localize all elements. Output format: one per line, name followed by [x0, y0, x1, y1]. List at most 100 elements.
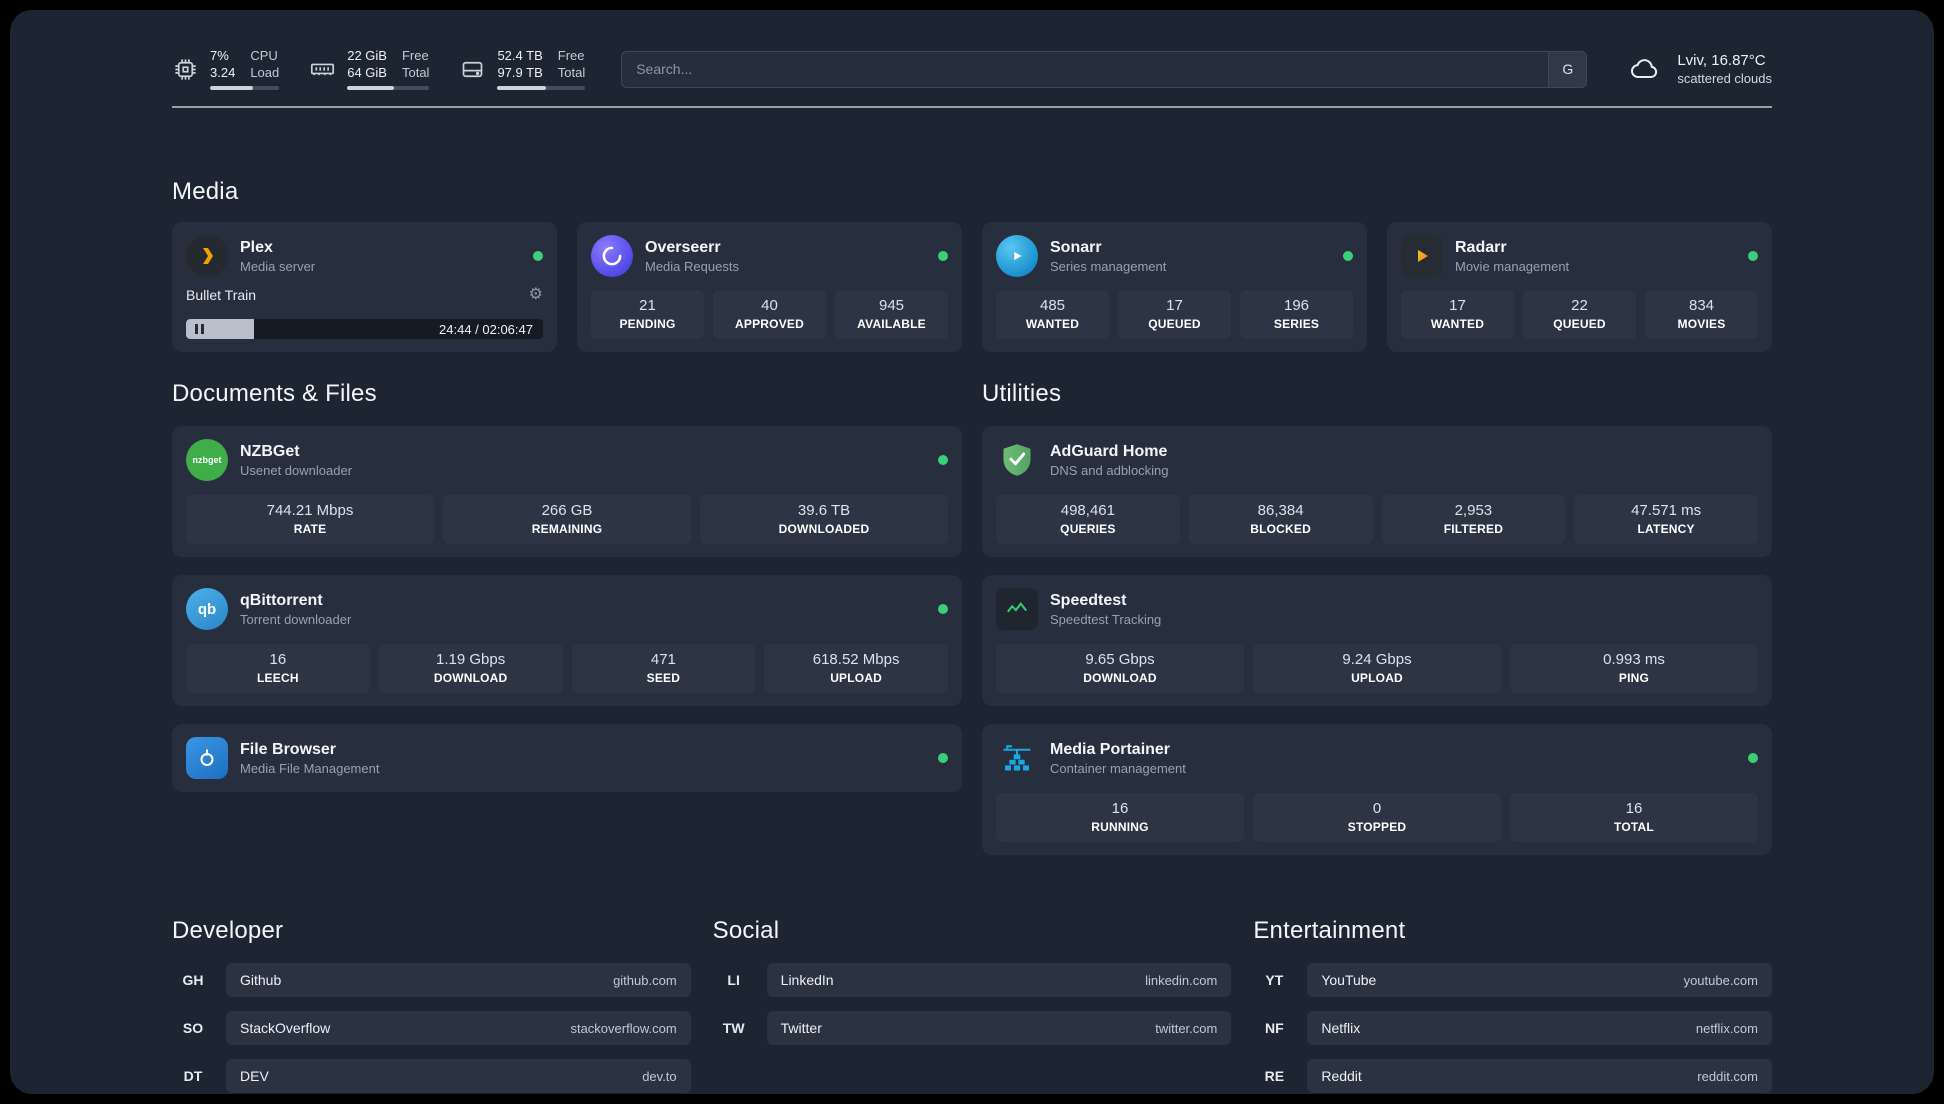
qbittorrent-icon: qb: [186, 588, 228, 630]
disk-icon: [463, 61, 483, 77]
cpu-icon: [175, 58, 196, 80]
stat-total: 16 TOTAL: [1510, 793, 1758, 842]
stat-running: 16 RUNNING: [996, 793, 1244, 842]
plex-card[interactable]: Plex Media server Bullet Train ⚙ 24:44 /…: [172, 222, 557, 352]
app-subtitle: Container management: [1050, 760, 1186, 776]
speedtest-icon: [996, 588, 1038, 630]
radarr-card[interactable]: Radarr Movie management 17 WANTED 22 QUEUE…: [1387, 222, 1772, 352]
bookmark-link[interactable]: Github github.com: [226, 963, 691, 997]
bookmark-link[interactable]: DEV dev.to: [226, 1059, 691, 1093]
disk-total-label: Total: [557, 64, 586, 80]
bookmark-link[interactable]: StackOverflow stackoverflow.com: [226, 1011, 691, 1045]
stat-download: 9.65 Gbps DOWNLOAD: [996, 644, 1244, 693]
stat-leech: 16 LEECH: [186, 644, 370, 693]
header-divider: [172, 106, 1772, 108]
entertainment-section: Entertainment YT YouTube youtube.com NF N…: [1253, 917, 1772, 1093]
cpu-load-value: 3.24: [210, 64, 236, 80]
ram-widget: 22 GiB 64 GiB Free Total: [309, 47, 430, 91]
app-subtitle: Media server: [240, 258, 316, 274]
dashboard-page: 7% 3.24 CPU Load 22 GiB 64 GiB Free Tota…: [10, 10, 1934, 1094]
app-name: Plex: [240, 238, 273, 256]
app-subtitle: Torrent downloader: [240, 611, 352, 627]
stat-latency: 47.571 ms LATENCY: [1574, 495, 1758, 544]
bookmark-link[interactable]: Twitter twitter.com: [766, 1011, 1232, 1045]
bookmark-twitter: TW Twitter twitter.com: [713, 1011, 1232, 1045]
bookmark-abbr: NF: [1264, 1020, 1284, 1036]
bookmark-link[interactable]: YouTube youtube.com: [1307, 963, 1772, 997]
bookmark-abbr: YT: [1265, 972, 1284, 988]
filebrowser-card[interactable]: File Browser Media File Management: [172, 724, 962, 792]
stat-approved: 40 APPROVED: [713, 290, 826, 339]
status-dot: [938, 753, 948, 763]
ram-free-value: 22 GiB: [347, 47, 387, 63]
cpu-load-label: Load: [250, 64, 280, 80]
stat-ping: 0.993 ms PING: [1510, 644, 1758, 693]
weather-location-temp: Lviv, 16.87°C: [1677, 52, 1766, 69]
section-title-developer: Developer: [172, 917, 284, 944]
sonarr-card[interactable]: Sonarr Series management 485 WANTED 17 QUE…: [982, 222, 1367, 352]
adguard-icon: [996, 439, 1038, 481]
stat-queries: 498,461 QUERIES: [996, 495, 1180, 544]
bookmark-abbr: TW: [722, 1020, 745, 1036]
portainer-card[interactable]: Media Portainer Container management 16 R…: [982, 724, 1772, 855]
search-input[interactable]: [622, 51, 1549, 87]
bookmark-abbr: GH: [182, 972, 204, 988]
cpu-widget: 7% 3.24 CPU Load: [172, 48, 280, 91]
app-subtitle: Movie management: [1455, 258, 1570, 274]
stat-wanted: 17 WANTED: [1401, 290, 1514, 339]
app-name: qBittorrent: [240, 591, 323, 609]
gear-icon[interactable]: ⚙: [529, 287, 543, 303]
bookmark-link[interactable]: Netflix netflix.com: [1307, 1011, 1772, 1045]
overseerr-icon: [591, 235, 633, 277]
playback-progress-bar[interactable]: 24:44 / 02:06:47: [186, 319, 543, 339]
stat-available: 945 AVAILABLE: [835, 290, 948, 339]
pause-icon[interactable]: [195, 324, 204, 334]
stat-movies: 834 MOVIES: [1645, 290, 1758, 339]
bookmark-abbr: DT: [183, 1068, 203, 1084]
bookmark-reddit: RE Reddit reddit.com: [1253, 1059, 1772, 1093]
disk-usage-bar: [497, 86, 586, 91]
portainer-icon: [996, 737, 1038, 779]
stat-filtered: 2,953 FILTERED: [1381, 495, 1566, 544]
speedtest-card[interactable]: Speedtest Speedtest Tracking 9.65 Gbps DO…: [982, 575, 1772, 706]
utilities-section: Utilities AdGuard Home DNS and adblockin…: [982, 380, 1772, 855]
app-name: NZBGet: [240, 442, 300, 460]
status-dot: [1748, 753, 1758, 763]
bookmark-linkedin: LI LinkedIn linkedin.com: [713, 963, 1232, 997]
stat-download: 1.19 Gbps DOWNLOAD: [378, 644, 563, 693]
nzbget-card[interactable]: nzbget NZBGet Usenet downloader 744.21 M…: [172, 426, 962, 557]
radarr-icon: [1401, 235, 1443, 277]
plex-icon: [186, 235, 228, 277]
app-name: Speedtest: [1050, 591, 1127, 609]
section-title-entertainment: Entertainment: [1253, 917, 1406, 944]
ram-total-label: Total: [401, 64, 430, 80]
overseerr-card[interactable]: Overseerr Media Requests 21 PENDING 40 APP…: [577, 222, 962, 352]
search-engine-button[interactable]: G: [1548, 51, 1587, 87]
bookmark-link[interactable]: LinkedIn linkedin.com: [766, 963, 1232, 997]
status-dot: [938, 604, 948, 614]
stat-blocked: 86,384 BLOCKED: [1188, 495, 1373, 544]
status-dot: [1343, 251, 1353, 261]
app-name: File Browser: [240, 740, 337, 758]
status-dot: [938, 251, 948, 261]
now-playing-title: Bullet Train: [186, 287, 257, 303]
bookmark-youtube: YT YouTube youtube.com: [1253, 963, 1772, 997]
app-name: Overseerr: [645, 238, 721, 256]
section-title-social: Social: [712, 917, 780, 944]
weather-widget: Lviv, 16.87°C scattered clouds: [1625, 52, 1772, 86]
stat-upload: 9.24 Gbps UPLOAD: [1253, 644, 1501, 693]
bookmark-stackoverflow: SO StackOverflow stackoverflow.com: [172, 1011, 691, 1045]
stat-stopped: 0 STOPPED: [1253, 793, 1501, 842]
bookmark-link[interactable]: Reddit reddit.com: [1307, 1059, 1772, 1093]
qbittorrent-card[interactable]: qb qBittorrent Torrent downloader 16 LEEC…: [172, 575, 962, 706]
bookmark-abbr: RE: [1264, 1068, 1285, 1084]
bookmark-dev: DT DEV dev.to: [172, 1059, 691, 1093]
nzbget-icon: nzbget: [186, 439, 228, 481]
section-title-utilities: Utilities: [982, 380, 1062, 407]
status-dot: [533, 251, 543, 261]
stat-queued: 22 QUEUED: [1523, 290, 1636, 339]
disk-free-value: 52.4 TB: [497, 47, 543, 63]
disk-total-value: 97.9 TB: [497, 64, 543, 80]
disk-free-label: Free: [557, 47, 585, 63]
adguard-card[interactable]: AdGuard Home DNS and adblocking 498,461 Q…: [982, 426, 1772, 557]
